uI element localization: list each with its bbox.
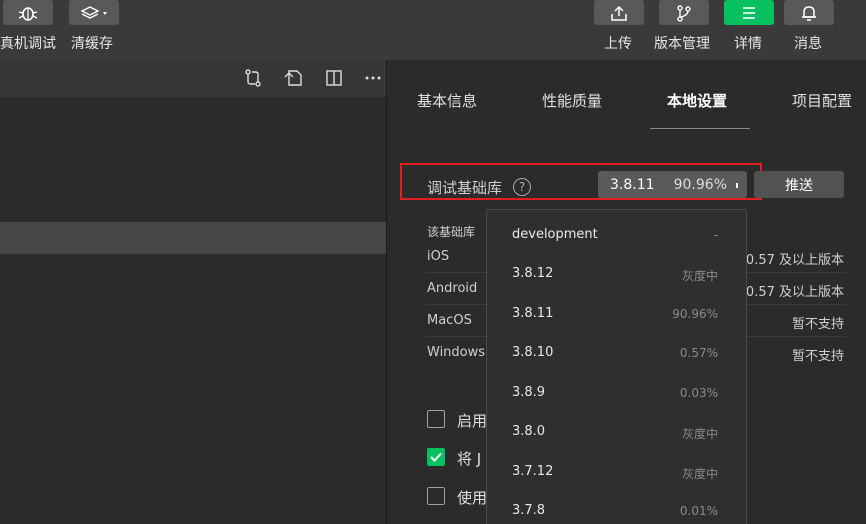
dropdown-item[interactable]: 3.7.8 0.01% — [487, 492, 746, 524]
dropdown-item-version: 3.8.12 — [512, 266, 554, 281]
checkbox-2-label: 将 J — [457, 450, 482, 468]
open-file-icon[interactable] — [284, 68, 304, 88]
info-value-macos: 暂不支持 — [791, 317, 844, 332]
layers-icon — [80, 5, 107, 19]
dropdown-item-status: 0.03% — [679, 386, 718, 400]
tab-performance[interactable]: 性能质量 — [542, 90, 602, 111]
upload-button[interactable] — [594, 0, 644, 25]
more-icon[interactable] — [363, 68, 383, 88]
checkbox-3-label: 使用 — [457, 489, 488, 507]
debug-lib-label: 调试基础库 — [427, 179, 503, 197]
dropdown-item[interactable]: 3.7.12 灰度中 — [487, 453, 746, 493]
upload-label: 上传 — [604, 36, 632, 52]
support-info-title: 该基础库 — [427, 225, 476, 239]
dropdown-item-status: - — [713, 228, 718, 242]
compare-icon[interactable] — [243, 68, 263, 88]
version-manage-label: 版本管理 — [654, 36, 710, 52]
branch-icon — [677, 4, 691, 22]
dropdown-item[interactable]: 3.8.12 灰度中 — [487, 255, 746, 295]
info-label-ios: iOS — [427, 249, 450, 264]
checkbox-3[interactable] — [427, 487, 445, 505]
dropdown-item[interactable]: 3.8.0 灰度中 — [487, 413, 746, 453]
dropdown-item-version: 3.7.12 — [512, 464, 554, 479]
dropdown-item-status: 0.57% — [679, 346, 718, 360]
upload-icon — [611, 5, 627, 21]
info-label-macos: MacOS — [427, 313, 472, 328]
tab-basic-info[interactable]: 基本信息 — [417, 90, 477, 111]
push-button[interactable]: 推送 — [754, 171, 844, 198]
bell-icon — [802, 5, 816, 21]
info-value-ios: 0.57 及以上版本 — [745, 253, 844, 268]
remote-debug-button[interactable] — [3, 0, 53, 25]
clear-cache-label: 清缓存 — [71, 36, 113, 52]
dropdown-item-version: development — [512, 227, 598, 242]
dropdown-item-version: 3.8.0 — [512, 424, 546, 439]
remote-debug-label: 真机调试 — [0, 36, 56, 52]
info-value-windows: 暂不支持 — [791, 349, 844, 364]
selected-row[interactable] — [0, 222, 386, 254]
dropdown-item-version: 3.7.8 — [512, 503, 546, 518]
messages-button[interactable] — [784, 0, 834, 25]
messages-label: 消息 — [794, 36, 822, 52]
selected-percent: 90.96% — [673, 177, 727, 193]
dropdown-item-version: 3.8.11 — [512, 306, 554, 321]
dropdown-item-version: 3.8.9 — [512, 385, 546, 400]
details-label: 详情 — [734, 36, 762, 52]
bug-icon — [18, 6, 38, 21]
dropdown-item-status: 90.96% — [672, 307, 718, 321]
checkbox-1-label: 启用 — [457, 412, 488, 430]
tab-project-config[interactable]: 项目配置 — [792, 90, 852, 111]
editor-actions-bar — [0, 60, 386, 97]
dropdown-item-status: 0.01% — [679, 504, 718, 518]
version-select[interactable]: 3.8.11 90.96% — [598, 171, 747, 198]
dropdown-item-status: 灰度中 — [681, 427, 718, 441]
dropdown-item-status: 灰度中 — [681, 269, 718, 283]
selected-version: 3.8.11 — [610, 177, 655, 193]
checkbox-1[interactable] — [427, 410, 445, 428]
dropdown-item-version: 3.8.10 — [512, 345, 554, 360]
editor-panel — [0, 60, 386, 524]
tab-local-settings[interactable]: 本地设置 — [667, 90, 727, 111]
dropdown-item-status: 灰度中 — [681, 467, 718, 481]
menu-icon — [743, 6, 755, 19]
split-view-icon[interactable] — [324, 68, 344, 88]
help-icon[interactable]: ? — [513, 178, 531, 196]
info-label-android: Android — [427, 281, 478, 296]
chevron-down-icon — [736, 183, 738, 188]
version-dropdown: development - 3.8.12 灰度中 3.8.11 90.96% 3… — [486, 209, 747, 524]
details-button[interactable] — [724, 0, 774, 25]
version-manage-button[interactable] — [659, 0, 709, 25]
top-toolbar: 真机调试 清缓存 上传 版本管理 详情 消息 — [0, 0, 866, 60]
dropdown-item[interactable]: development - — [487, 216, 746, 256]
clear-cache-button[interactable] — [69, 0, 119, 25]
checkbox-2[interactable] — [427, 448, 445, 466]
dropdown-item[interactable]: 3.8.10 0.57% — [487, 334, 746, 374]
info-value-android: 0.57 及以上版本 — [745, 285, 844, 300]
dropdown-item[interactable]: 3.8.9 0.03% — [487, 374, 746, 414]
active-tab-indicator — [650, 128, 750, 129]
info-label-windows: Windows — [427, 345, 486, 360]
dropdown-item[interactable]: 3.8.11 90.96% — [487, 295, 746, 335]
check-icon — [430, 452, 442, 462]
